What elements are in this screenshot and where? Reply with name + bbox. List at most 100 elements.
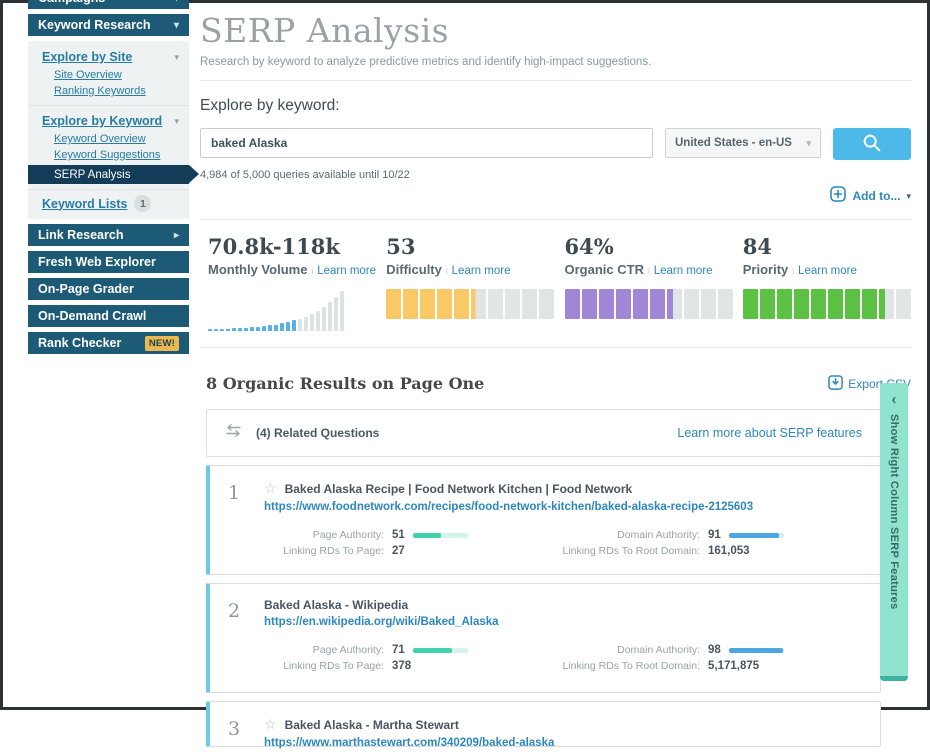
info-icon[interactable]: i — [311, 267, 313, 276]
domain-authority-value: 98 — [708, 644, 721, 656]
info-icon[interactable]: i — [792, 267, 794, 276]
bar-segment — [403, 289, 419, 319]
priority-bar — [742, 289, 911, 319]
bar-segment — [776, 289, 792, 319]
page-authority-bar — [412, 647, 468, 653]
metric-monthly-volume: 70.8k-118k Monthly Volume i Learn more — [208, 234, 376, 331]
chevron-down-icon: ▾ — [174, 115, 179, 126]
search-button[interactable] — [833, 128, 911, 160]
search-row: United States - en-US ▾ — [200, 128, 911, 160]
keyword-search-input[interactable] — [200, 128, 653, 158]
bar-segment — [581, 289, 597, 319]
page-authority-value: 71 — [392, 644, 405, 656]
organic-result-3: 3 ☆ Baked Alaska - Martha Stewart https:… — [206, 701, 881, 749]
sidebar: Campaigns ▾ Keyword Research ▾ Explore b… — [28, 0, 199, 359]
difficulty-bar — [386, 289, 555, 319]
tab-accent-strip — [880, 676, 908, 681]
histogram-bar — [250, 327, 254, 331]
serp-feature-row[interactable]: (4) Related Questions Learn more about S… — [206, 409, 881, 457]
learn-more-link[interactable]: Learn more — [317, 265, 376, 277]
bar-segment — [564, 289, 580, 319]
histogram-bar — [226, 329, 230, 331]
locale-select-value: United States - en-US — [675, 137, 792, 149]
rank-number: 3 — [228, 718, 241, 740]
chevron-left-icon: ‹ — [891, 391, 897, 408]
sidebar-item-keyword-research[interactable]: Keyword Research ▾ — [28, 14, 189, 36]
histogram-bar — [292, 320, 296, 331]
histogram-bar — [340, 291, 344, 331]
page-authority-bar — [412, 532, 468, 538]
sidebar-item-campaigns[interactable]: Campaigns ▾ — [28, 0, 189, 9]
sidebar-item-site-overview[interactable]: Site Overview — [28, 67, 189, 83]
bar-segment — [759, 289, 775, 319]
histogram-bar — [268, 325, 272, 331]
bar-segment — [717, 289, 733, 319]
bar-segment — [793, 289, 809, 319]
histogram-bar — [280, 323, 284, 331]
result-title: Baked Alaska - Martha Stewart — [284, 717, 459, 732]
bar-segment — [742, 289, 758, 319]
learn-more-link[interactable]: Learn more — [798, 265, 857, 277]
sidebar-item-label: SERP Analysis — [54, 168, 131, 181]
sidebar-item-label: On-Page Grader — [38, 282, 134, 296]
learn-more-link[interactable]: Learn more — [452, 265, 511, 277]
explore-by-site-link[interactable]: Explore by Site — [42, 50, 132, 64]
bar-segment — [505, 289, 521, 319]
sidebar-item-keyword-suggestions[interactable]: Keyword Suggestions — [28, 147, 189, 163]
histogram-bar — [316, 311, 320, 331]
sidebar-item-keyword-lists[interactable]: Keyword Lists 1 — [28, 189, 189, 219]
sidebar-item-on-demand-crawl[interactable]: On-Demand Crawl — [28, 305, 189, 327]
histogram-bar — [322, 307, 326, 331]
linking-rds-root-value: 5,171,875 — [708, 660, 760, 672]
organic-ctr-label: Organic CTR — [564, 262, 644, 277]
bar-segment — [539, 289, 555, 319]
bar-segment — [437, 289, 453, 319]
metrics-row: 70.8k-118k Monthly Volume i Learn more 5… — [208, 234, 911, 331]
sidebar-item-explore-by-site[interactable]: Explore by Site ▾ — [28, 47, 189, 67]
sidebar-item-fresh-web-explorer[interactable]: Fresh Web Explorer — [28, 251, 189, 273]
domain-authority-value: 91 — [708, 529, 721, 541]
sidebar-item-rank-checker[interactable]: Rank Checker NEW! — [28, 332, 189, 354]
star-icon[interactable]: ☆ — [264, 480, 277, 497]
domain-authority-label: Domain Authority: — [617, 529, 700, 541]
show-right-column-tab[interactable]: ‹ Show Right Column SERP Features — [880, 383, 908, 681]
sidebar-item-on-page-grader[interactable]: On-Page Grader — [28, 278, 189, 300]
page-authority-value: 51 — [392, 529, 405, 541]
histogram-bar — [256, 327, 260, 331]
info-icon[interactable]: i — [446, 267, 448, 276]
info-icon[interactable]: i — [648, 267, 650, 276]
bar-segment — [420, 289, 436, 319]
histogram-bar — [334, 297, 338, 331]
sidebar-item-serp-analysis-selected[interactable]: SERP Analysis — [28, 165, 199, 184]
bar-segment — [649, 289, 665, 319]
result-url-link[interactable]: https://www.foodnetwork.com/recipes/food… — [264, 501, 864, 513]
bar-segment — [895, 289, 911, 319]
sidebar-item-explore-by-keyword[interactable]: Explore by Keyword ▾ — [28, 111, 189, 131]
chevron-down-icon: ▾ — [174, 51, 179, 62]
sidebar-item-link-research[interactable]: Link Research ▸ — [28, 224, 189, 246]
locale-select[interactable]: United States - en-US ▾ — [665, 128, 821, 158]
bar-segment — [861, 289, 877, 319]
chevron-down-icon: ▾ — [806, 137, 811, 148]
keyword-lists-link[interactable]: Keyword Lists — [42, 197, 127, 211]
bar-segment — [488, 289, 504, 319]
histogram-bar — [238, 328, 242, 331]
linking-rds-page-label: Linking RDs To Page: — [283, 660, 384, 672]
bar-segment — [810, 289, 826, 319]
sidebar-item-ranking-keywords[interactable]: Ranking Keywords — [28, 83, 189, 99]
metric-priority: 84 Priority i Learn more — [742, 234, 911, 331]
result-url-link[interactable]: https://en.wikipedia.org/wiki/Baked_Alas… — [264, 616, 864, 628]
right-tab-label: Show Right Column SERP Features — [888, 414, 900, 610]
star-icon[interactable]: ☆ — [264, 716, 277, 733]
serp-features-learn-more-link[interactable]: Learn more about SERP features — [677, 426, 862, 440]
add-to-button[interactable]: Add to... ▾ — [200, 185, 911, 207]
keyword-research-subpanel: Explore by Site ▾ Site Overview Ranking … — [28, 41, 199, 219]
learn-more-link[interactable]: Learn more — [654, 265, 713, 277]
sidebar-divider — [28, 105, 189, 106]
histogram-bar — [274, 325, 278, 331]
result-url-link[interactable]: https://www.marthastewart.com/340209/bak… — [264, 737, 864, 749]
explore-by-keyword-link[interactable]: Explore by Keyword — [42, 114, 162, 128]
sidebar-item-keyword-overview[interactable]: Keyword Overview — [28, 131, 189, 147]
explore-by-keyword-label: Explore by keyword: — [200, 97, 340, 114]
difficulty-label: Difficulty — [386, 262, 442, 277]
